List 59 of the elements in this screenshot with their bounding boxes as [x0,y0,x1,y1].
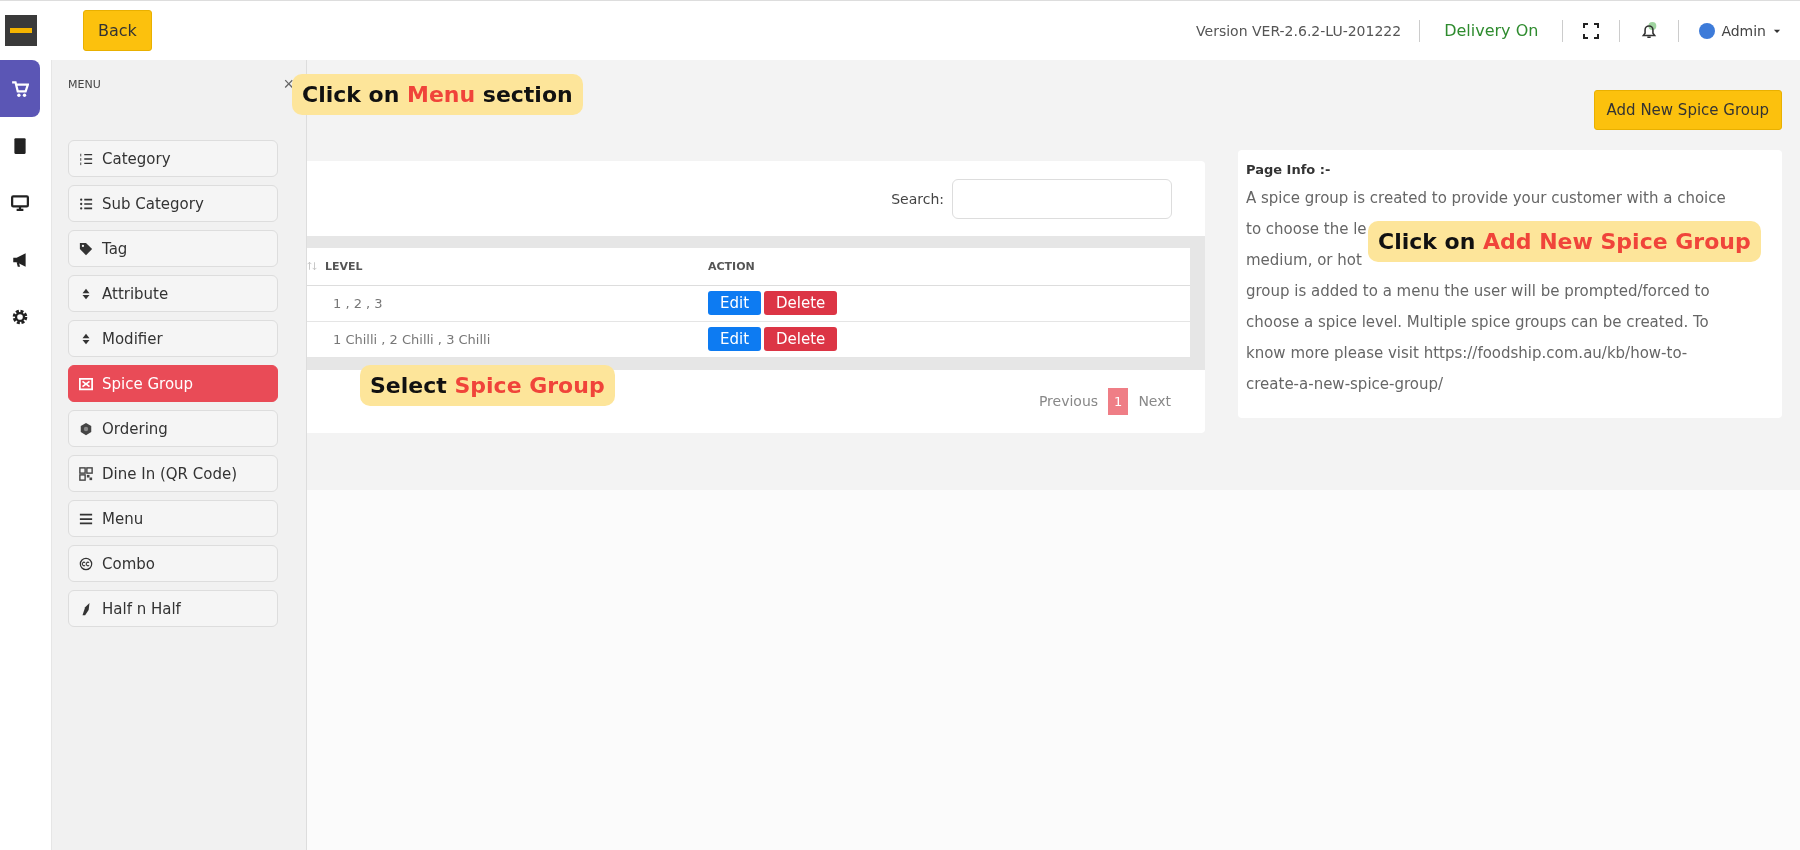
info-text: create-a-new-spice-group/ [1246,374,1444,395]
menu-item[interactable]: Dine In (QR Code) [68,455,278,492]
add-button[interactable]: Add New Spice Group [1593,90,1782,130]
bell-icon [1640,21,1659,40]
instruction-callout: Click on Add New Spice Group [1368,221,1761,262]
menu-item[interactable]: Menu [68,500,278,537]
table-cell: 1 , 2 , 3 [333,295,383,311]
numbered-list-icon [79,151,93,166]
menu-item[interactable]: Ordering [68,410,278,447]
monitor-icon [11,193,29,212]
edit-button[interactable]: Edit [708,327,762,351]
table-cell: 1 Chilli , 2 Chilli , 3 Chilli [333,331,491,347]
instruction-callout: Select Spice Group [360,365,615,406]
sort-icon [307,260,317,273]
info-title: Page Info :- [1246,162,1332,177]
menu-item[interactable]: Category [68,140,278,177]
user-name[interactable]: Admin [1721,22,1766,39]
fullscreen-icon [1583,22,1600,39]
cc-icon [79,556,93,571]
column-header: ACTION [708,259,755,273]
menu-item[interactable]: Sub Category [68,185,278,222]
avatar [1699,22,1716,39]
tag-icon [79,241,93,256]
menu-title: MENU [68,77,101,91]
menu-item[interactable]: Half n Half [68,590,278,627]
info-text: choose a spice level. Multiple spice groups can be created. To [1246,312,1709,333]
back-button[interactable]: Back [83,10,152,51]
instruction-callout: Click on Menu section [292,74,583,115]
menu-item[interactable]: Attribute [68,275,278,312]
version-label: Version VER-2.6.2-LU-201222 [1196,22,1403,39]
column-header: LEVEL [325,259,363,273]
delivery-status: Delivery On [1443,21,1540,40]
logo [5,15,37,46]
cart-icon [11,79,29,98]
menu-item[interactable]: Modifier [68,320,278,357]
megaphone-icon [11,250,29,269]
sidebar-button[interactable] [0,60,40,117]
close-button[interactable]: × [283,75,294,93]
next-link[interactable]: Next [1134,389,1175,413]
edit-button[interactable]: Edit [708,291,762,315]
hexagon-icon [79,421,93,436]
search-field[interactable] [952,178,1172,219]
menu-item[interactable]: Spice Group [68,365,278,402]
bullet-list-icon [79,196,93,211]
info-text: know more please visit https://foodship.com.au/kb/how-to- [1246,343,1688,364]
info-text: to choose the le [1246,219,1367,240]
info-text: medium, or hot [1246,250,1362,271]
search-label: Search: [891,190,944,207]
previous-link[interactable]: Previous [1034,389,1103,413]
menu-icon [79,511,93,526]
menu-item[interactable]: Tag [68,230,278,267]
info-text: group is added to a menu the user will be prompted/forced to [1246,281,1710,302]
delete-button[interactable]: Delete [764,291,838,315]
settings-icon [11,307,29,326]
delete-button[interactable]: Delete [764,327,838,351]
frame-icon [79,376,93,391]
qr-code-icon [79,466,93,481]
info-text: A spice group is created to provide your customer with a choice [1246,188,1726,209]
menu-item[interactable]: Combo [68,545,278,582]
